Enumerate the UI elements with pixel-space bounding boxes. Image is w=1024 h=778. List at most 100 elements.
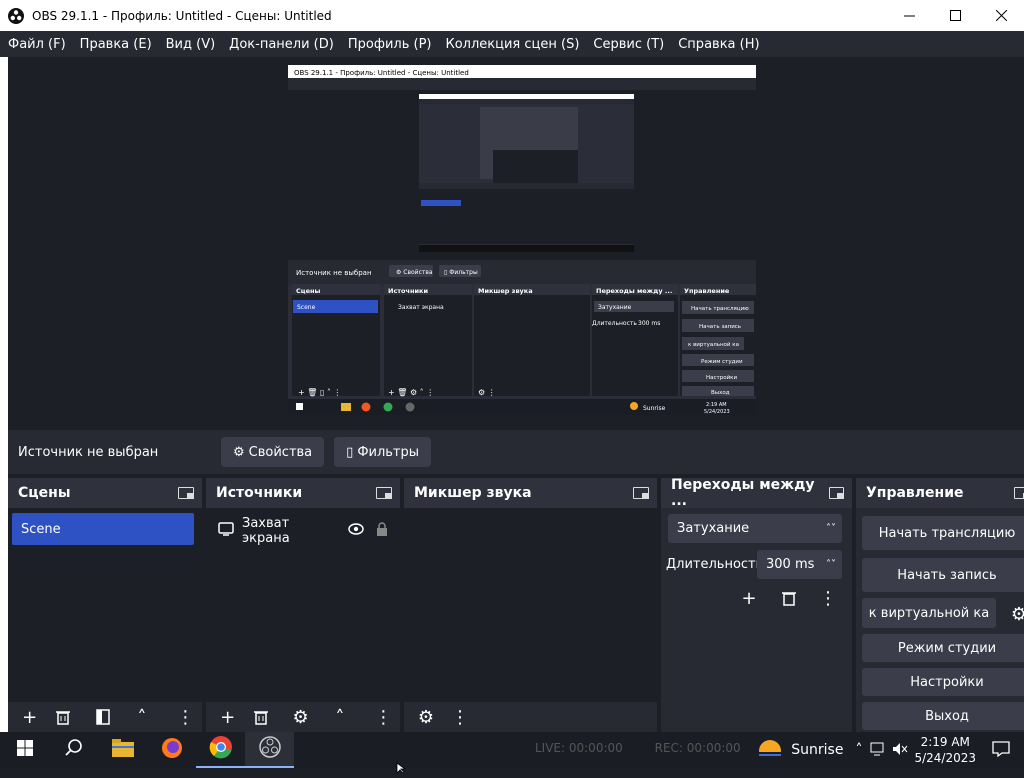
menu-help[interactable]: Справка (H)	[678, 37, 759, 52]
notifications-icon[interactable]	[992, 740, 1010, 760]
no-source-label: Источник не выбран	[18, 444, 159, 460]
source-item-label: Захват экрана	[242, 516, 290, 546]
scene-item[interactable]: Scene	[12, 513, 194, 545]
lock-icon[interactable]	[376, 522, 388, 540]
obs-status-bar: LIVE: 00:00:00 REC: 00:00:00	[535, 741, 741, 755]
start-recording-button[interactable]: Начать запись	[862, 558, 1024, 592]
start-streaming-button[interactable]: Начать трансляцию	[862, 516, 1024, 550]
add-source-button[interactable]: +	[211, 703, 244, 731]
mixer-settings-button[interactable]: ⚙	[409, 703, 443, 731]
exit-label: Выход	[925, 708, 969, 724]
start-streaming-label: Начать трансляцию	[878, 525, 1016, 541]
clock-time: 2:19 AM	[920, 735, 970, 749]
studio-mode-button[interactable]: Режим студии	[862, 634, 1024, 662]
svg-text:+ 🗑 ▯ ˄ ⋮: + 🗑 ▯ ˄ ⋮	[298, 388, 341, 397]
maximize-button[interactable]	[932, 0, 978, 31]
settings-button[interactable]: Настройки	[862, 668, 1024, 696]
menu-view[interactable]: Вид (V)	[166, 37, 216, 52]
svg-text:Сцены: Сцены	[296, 287, 320, 295]
weather-icon[interactable]	[757, 738, 784, 763]
remove-source-button[interactable]	[244, 703, 277, 731]
undock-icon[interactable]	[178, 487, 194, 499]
mixer-more-button[interactable]: ⋮	[443, 703, 477, 731]
svg-text:Захват экрана: Захват экрана	[398, 304, 444, 311]
nested-no-source: Источник не выбран	[296, 269, 372, 277]
eye-icon[interactable]	[348, 523, 364, 539]
exit-button[interactable]: Выход	[862, 702, 1024, 730]
svg-text:Начать трансляцию: Начать трансляцию	[691, 306, 749, 312]
svg-text:Микшер звука: Микшер звука	[478, 287, 533, 295]
undock-icon[interactable]	[828, 487, 845, 499]
chrome-icon	[209, 735, 233, 763]
transition-value: Затухание	[677, 521, 750, 536]
controls-dock-title: Управление	[866, 485, 964, 501]
transition-more-button[interactable]: ⋮	[811, 584, 845, 612]
remove-transition-button[interactable]	[772, 584, 806, 612]
filters-label: Фильтры	[357, 444, 420, 460]
menu-file[interactable]: Файл (F)	[8, 37, 66, 52]
duration-value: 300 ms	[766, 557, 815, 572]
mixer-dock-title: Микшер звука	[414, 485, 532, 501]
move-scene-up-button[interactable]: ˄	[125, 703, 158, 731]
menu-edit[interactable]: Правка (E)	[80, 37, 152, 52]
firefox-button[interactable]	[147, 732, 196, 768]
weather-label[interactable]: Sunrise	[791, 742, 843, 758]
obs-taskbar-button[interactable]	[245, 732, 294, 768]
monitor-icon	[218, 522, 234, 540]
transitions-dock-title: Переходы между ...	[671, 477, 815, 509]
source-properties-button[interactable]: ⚙	[284, 703, 317, 731]
menu-docks[interactable]: Док-панели (D)	[229, 37, 334, 52]
duration-spinbox[interactable]: 300 ms ˄˅	[757, 550, 842, 579]
menu-scene-collection[interactable]: Коллекция сцен (S)	[445, 37, 579, 52]
undock-icon[interactable]	[633, 487, 649, 499]
menu-profile[interactable]: Профиль (P)	[348, 37, 432, 52]
filters-button[interactable]: ▯ Фильтры	[334, 437, 432, 467]
start-button[interactable]	[0, 732, 49, 768]
studio-mode-label: Режим студии	[897, 640, 997, 656]
svg-text:+ 🗑 ⚙ ˄ ⋮: + 🗑 ⚙ ˄ ⋮	[388, 388, 434, 397]
svg-text:300 ms: 300 ms	[638, 320, 660, 327]
preview-canvas[interactable]: OBS 29.1.1 - Профиль: Untitled - Сцены: …	[288, 65, 756, 415]
add-scene-button[interactable]: +	[13, 703, 46, 731]
add-transition-button[interactable]: +	[732, 584, 766, 612]
network-icon[interactable]	[870, 742, 886, 759]
scenes-dock-title: Сцены	[18, 485, 71, 501]
svg-text:2:19 AM: 2:19 AM	[706, 402, 727, 408]
spin-arrows-icon: ˄˅	[826, 559, 836, 570]
file-explorer-button[interactable]	[98, 732, 147, 768]
transitions-dock: Переходы между ... Затухание ˄˅ Длительн…	[661, 477, 852, 732]
scenes-dock: Сцены Scene + ˄ ⋮	[8, 478, 202, 732]
undock-icon[interactable]	[376, 487, 392, 499]
properties-label: Свойства	[248, 444, 313, 460]
source-more-button[interactable]: ⋮	[367, 703, 400, 731]
clock[interactable]: 2:19 AM 5/24/2023	[914, 734, 976, 766]
obs-logo-icon	[8, 7, 24, 24]
minimize-button[interactable]	[886, 0, 932, 31]
sources-dock: Источники Захват экрана + ⚙ ˄ ⋮	[206, 478, 400, 732]
start-recording-label: Начать запись	[897, 567, 997, 583]
volume-muted-icon[interactable]	[892, 742, 908, 759]
window-title: OBS 29.1.1 - Профиль: Untitled - Сцены: …	[32, 8, 332, 23]
nested-window-title: OBS 29.1.1 - Профиль: Untitled - Сцены: …	[294, 69, 469, 77]
chrome-button[interactable]	[196, 732, 245, 768]
transition-select[interactable]: Затухание ˄˅	[668, 514, 842, 543]
gear-icon: ⚙	[233, 444, 245, 460]
undock-icon[interactable]	[1014, 487, 1024, 499]
scene-item-label: Scene	[21, 521, 61, 537]
virtual-camera-settings-icon[interactable]: ⚙	[1002, 600, 1024, 628]
svg-text:к виртуальной ка: к виртуальной ка	[688, 341, 739, 348]
remove-scene-button[interactable]	[46, 703, 79, 731]
properties-button[interactable]: ⚙ Свойства	[221, 437, 325, 467]
audio-mixer-dock: Микшер звука ⚙ ⋮	[404, 478, 657, 732]
scene-more-button[interactable]: ⋮	[169, 703, 202, 731]
search-button[interactable]	[49, 732, 98, 768]
svg-text:Sunrise: Sunrise	[643, 405, 666, 412]
menu-tools[interactable]: Сервис (T)	[593, 37, 664, 52]
virtual-camera-button[interactable]: к виртуальной ка	[862, 598, 996, 628]
scene-filters-button[interactable]	[86, 703, 119, 731]
source-item[interactable]: Захват экрана	[218, 516, 388, 546]
close-button[interactable]	[978, 0, 1024, 31]
svg-text:Затухание: Затухание	[598, 304, 632, 311]
move-source-up-button[interactable]: ˄	[323, 703, 356, 731]
chevron-up-icon[interactable]: ˄	[855, 742, 862, 758]
